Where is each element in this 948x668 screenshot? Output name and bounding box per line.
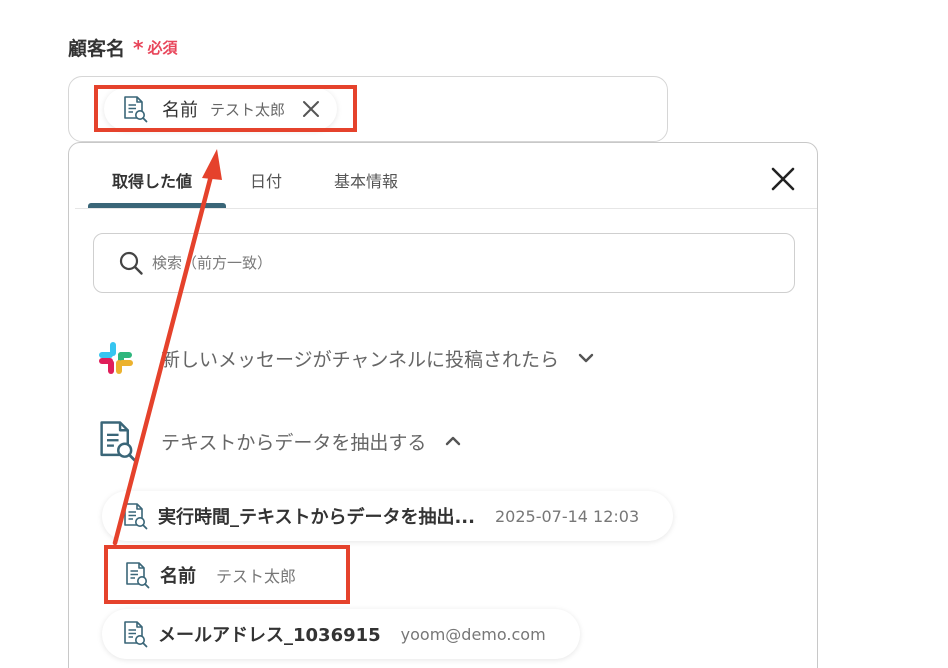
document-search-icon — [122, 95, 148, 123]
tab-acquired-values[interactable]: 取得した値 — [112, 168, 192, 192]
document-search-icon — [124, 561, 150, 589]
item-value: 2025-07-14 12:03 — [494, 506, 640, 526]
section-title: 新しいメッセージがチャンネルに投稿されたら — [161, 348, 560, 371]
tab-bar: 取得した値 日付 基本情報 — [75, 143, 817, 209]
chip-value: テスト太郎 — [210, 100, 286, 119]
item-name: 名前 — [160, 566, 196, 587]
search-box[interactable] — [93, 233, 795, 293]
section-extract-text[interactable]: テキストからデータを抽出する — [97, 419, 462, 463]
item-value: yoom@demo.com — [400, 624, 546, 644]
required-text: 必須 — [147, 39, 178, 57]
search-icon — [119, 251, 143, 275]
chevron-up-icon[interactable] — [444, 432, 462, 450]
section-slack-trigger[interactable]: 新しいメッセージがチャンネルに投稿されたら — [97, 339, 595, 377]
search-input[interactable] — [152, 254, 752, 272]
item-value: テスト太郎 — [216, 567, 297, 586]
chevron-down-icon[interactable] — [577, 349, 595, 367]
slack-icon — [99, 342, 133, 374]
tab-basic-info[interactable]: 基本情報 — [334, 168, 398, 192]
remove-chip-icon[interactable] — [301, 99, 321, 119]
document-search-icon — [122, 620, 148, 648]
list-item-email[interactable]: メールアドレス_1036915 yoom@demo.com — [102, 609, 580, 659]
chip-name: 名前 — [162, 100, 198, 121]
required-star: * — [133, 35, 144, 60]
field-label-text: 顧客名 — [68, 38, 126, 60]
close-icon[interactable] — [769, 165, 797, 193]
section-title: テキストからデータを抽出する — [161, 431, 427, 454]
document-search-icon — [97, 419, 137, 463]
item-name: 実行時間_テキストからデータを抽出... — [158, 507, 475, 528]
document-search-icon — [122, 502, 148, 530]
selected-value-chip[interactable]: 名前 テスト太郎 — [104, 88, 338, 130]
tab-date[interactable]: 日付 — [250, 168, 282, 192]
active-tab-indicator — [88, 203, 226, 208]
list-item-name[interactable]: 名前 テスト太郎 — [104, 550, 330, 600]
list-item-execution-time[interactable]: 実行時間_テキストからデータを抽出... 2025-07-14 12:03 — [102, 491, 674, 541]
field-label: 顧客名 * 必須 — [68, 34, 178, 61]
item-name: メールアドレス_1036915 — [158, 625, 381, 646]
